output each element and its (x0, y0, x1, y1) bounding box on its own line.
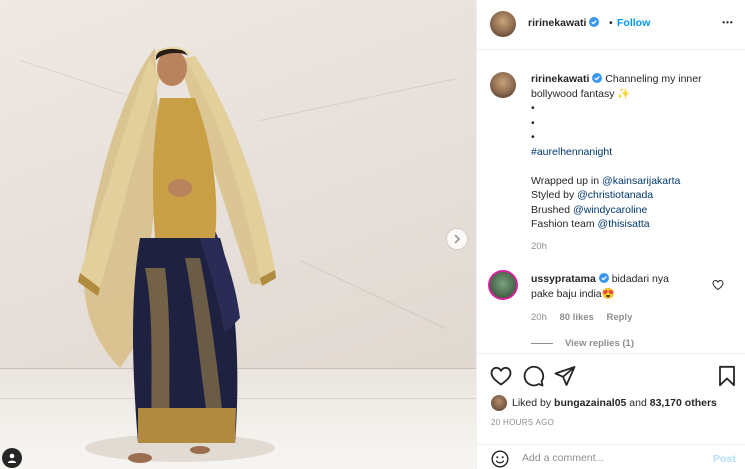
comment-bubble-icon[interactable] (521, 364, 545, 388)
add-comment-bar: Post (477, 444, 745, 469)
comment-input[interactable] (522, 452, 702, 464)
ellipsis-icon: ••• (722, 17, 734, 27)
verified-badge-icon (589, 17, 600, 27)
comment-reply-button[interactable]: Reply (606, 312, 632, 323)
header-separator: • (609, 17, 613, 29)
credit-prefix: Wrapped up in (531, 174, 603, 187)
view-replies-label: View replies (1) (565, 338, 634, 349)
liked-by-and: and (626, 397, 650, 409)
liked-by-username[interactable]: bungazainal05 (554, 397, 626, 409)
post-header: ririnekawati • Follow ••• (477, 0, 745, 50)
comment-text-line: pake baju india😍 (531, 287, 615, 300)
emoji-icon[interactable] (491, 450, 509, 468)
credit-handle[interactable]: @kainsarijakarta (602, 175, 680, 187)
verified-badge-icon (592, 73, 603, 83)
chevron-right-icon (454, 234, 461, 244)
liker-avatar[interactable] (491, 395, 507, 411)
caption-time[interactable]: 20h (531, 240, 736, 255)
author-avatar[interactable] (490, 11, 516, 37)
follow-button[interactable]: Follow (617, 17, 650, 29)
tagged-users-button[interactable] (2, 448, 22, 468)
post-side-panel: ririnekawati • Follow ••• ririnekawati C… (476, 0, 745, 469)
comment-likes[interactable]: 80 likes (560, 312, 594, 323)
caption-author-avatar[interactable] (490, 72, 516, 98)
comment-time[interactable]: 20h (531, 312, 547, 323)
model-figure (78, 46, 276, 463)
commenter-username[interactable]: ussypratama (531, 273, 596, 285)
more-options-button[interactable]: ••• (720, 14, 736, 30)
liked-by-prefix: Liked by (512, 397, 555, 409)
caption-credit: Styled by @christiotanada (531, 188, 736, 203)
caption-credit: Brushed @windycaroline (531, 203, 736, 218)
credit-handle[interactable]: @christiotanada (577, 189, 653, 201)
view-replies-button[interactable]: View replies (1) (531, 338, 634, 349)
caption-bullet: • (531, 131, 535, 143)
post-actions: Liked by bungazainal05 and 83,170 others… (477, 353, 745, 469)
comment-text-line: bidadari nya (611, 273, 669, 285)
caption-hashtag[interactable]: #aurelhennanight (531, 145, 736, 160)
caption-line: bollywood fantasy ✨ (531, 87, 631, 100)
caption-credit: Fashion team @thisisatta (531, 217, 736, 232)
credit-handle[interactable]: @windycaroline (573, 204, 647, 216)
post-comment-button[interactable]: Post (713, 453, 736, 465)
caption-line: Channeling my inner (605, 73, 702, 85)
caption-username[interactable]: ririnekawati (531, 73, 589, 85)
liked-by-text: Liked by bungazainal05 and 83,170 others (512, 397, 717, 409)
liked-by-row: Liked by bungazainal05 and 83,170 others (491, 395, 717, 411)
credit-prefix: Fashion team (531, 218, 598, 230)
like-heart-icon[interactable] (489, 364, 513, 388)
user-icon (7, 453, 17, 463)
post-image[interactable] (0, 0, 476, 469)
caption-credit: Wrapped up in @kainsarijakarta (531, 174, 736, 189)
comment-text: ussypratama bidadari nya pake baju india… (531, 272, 706, 301)
caption-bullet: • (531, 102, 535, 114)
next-photo-button[interactable] (446, 228, 468, 250)
share-paper-plane-icon[interactable] (553, 364, 577, 388)
commenter-avatar[interactable] (488, 270, 518, 300)
author-username[interactable]: ririnekawati (528, 17, 586, 29)
post-timestamp[interactable]: 20 HOURS AGO (491, 418, 554, 427)
save-bookmark-icon[interactable] (715, 364, 739, 388)
caption-bullet: • (531, 116, 535, 129)
comment-meta: 20h 80 likes Reply (531, 312, 642, 323)
verified-badge-icon (598, 273, 609, 283)
comment-like-heart-icon[interactable] (712, 279, 724, 291)
liked-by-others[interactable]: 83,170 others (650, 397, 717, 409)
credit-prefix: Brushed (531, 203, 574, 216)
author-username-row: ririnekawati (528, 17, 600, 29)
wall-texture (299, 260, 446, 329)
replies-divider (531, 342, 553, 344)
credit-prefix: Styled by (531, 189, 578, 201)
credit-handle[interactable]: @thisisatta (598, 218, 650, 230)
caption-text: ririnekawati Channeling my inner bollywo… (531, 72, 736, 254)
